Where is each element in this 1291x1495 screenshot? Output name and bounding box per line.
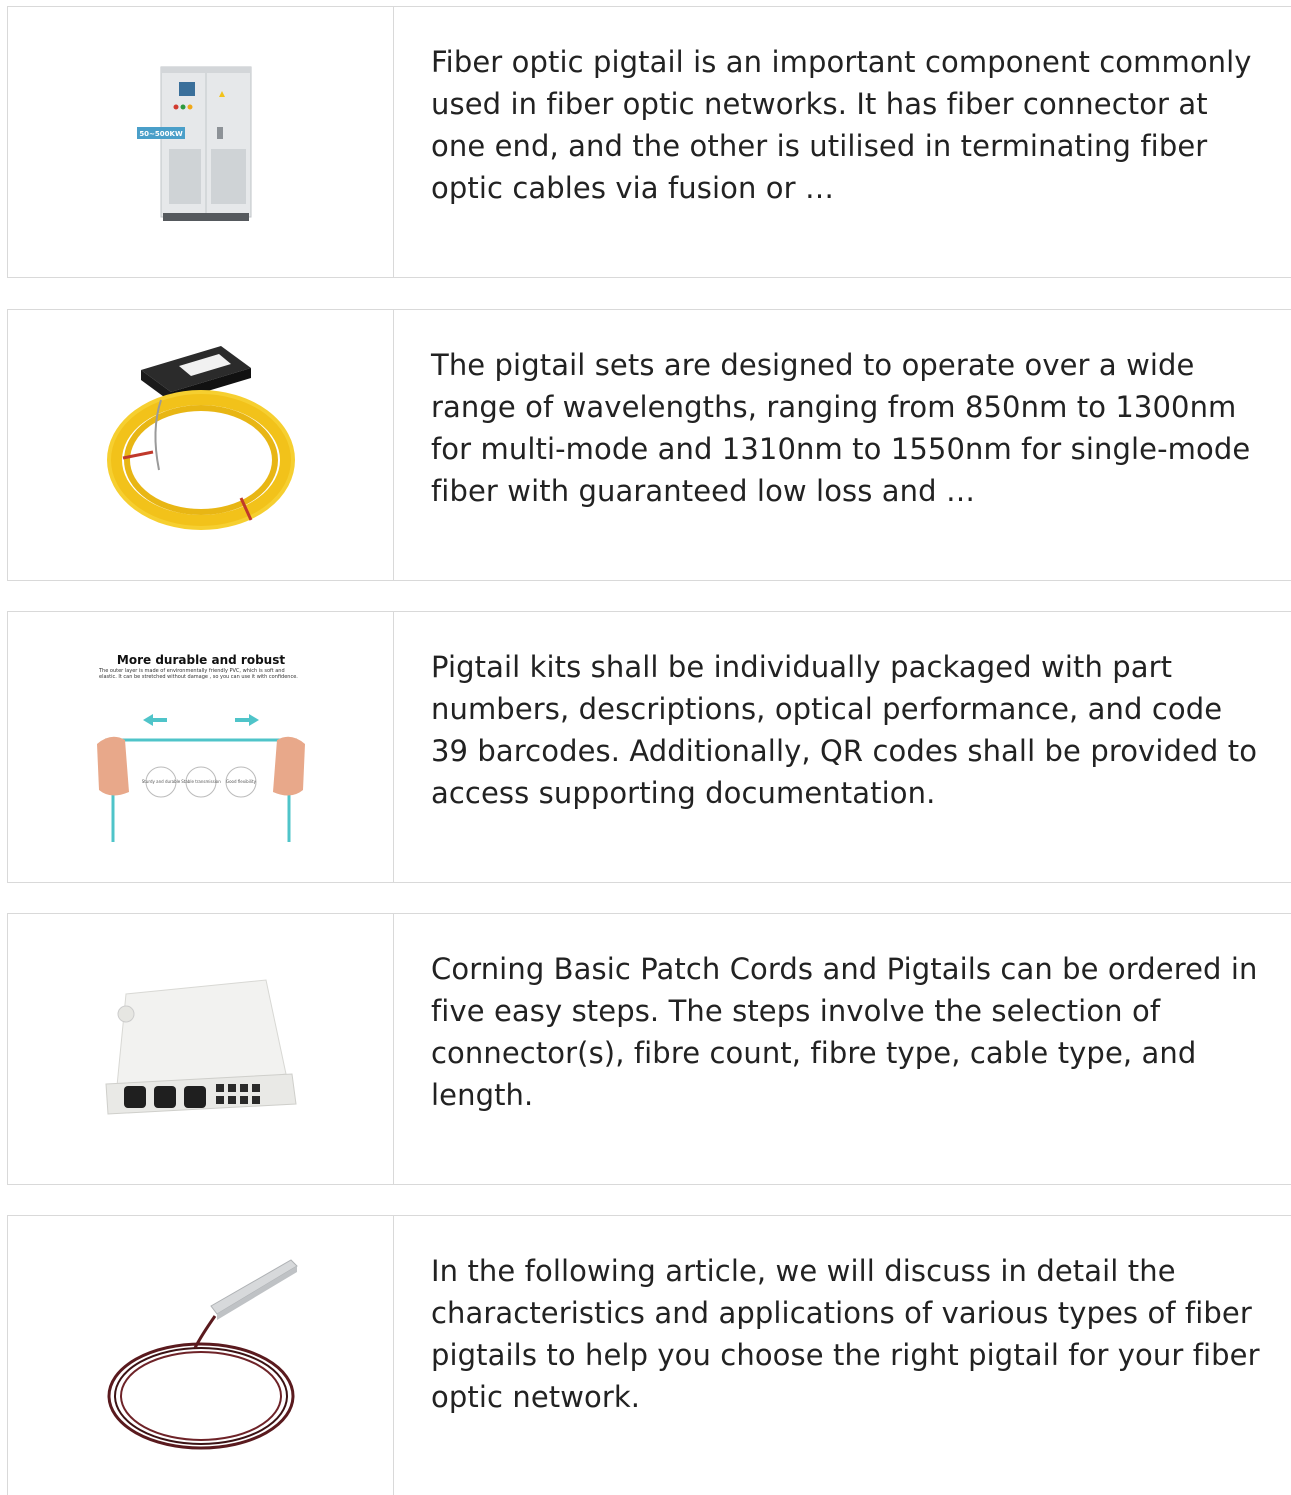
result-description: The pigtail sets are designed to operate… bbox=[431, 348, 1251, 508]
result-description: In the following article, we will discus… bbox=[431, 1254, 1260, 1414]
power-cabinet-image[interactable]: 50~500KW bbox=[8, 7, 394, 277]
feature-label: Sturdy and durable bbox=[141, 779, 180, 784]
power-cabinet-icon: 50~500KW bbox=[136, 66, 251, 221]
image-title: More durable and robust bbox=[116, 653, 284, 667]
result-card[interactable]: In the following article, we will discus… bbox=[7, 1215, 1291, 1495]
image-caption: The outer layer is made of environmental… bbox=[98, 668, 298, 680]
distribution-box-icon bbox=[104, 979, 297, 1115]
result-card[interactable]: Corning Basic Patch Cords and Pigtails c… bbox=[7, 913, 1291, 1185]
result-card[interactable]: More durable and robust The outer layer … bbox=[7, 611, 1291, 883]
fiber-spool-icon bbox=[106, 346, 295, 530]
result-card[interactable]: The pigtail sets are designed to operate… bbox=[7, 309, 1291, 581]
durable-cable-image[interactable]: More durable and robust The outer layer … bbox=[8, 612, 394, 882]
fiber-coil-image[interactable] bbox=[8, 1216, 394, 1495]
result-description: Fiber optic pigtail is an important comp… bbox=[431, 45, 1252, 205]
fiber-spool-splitter-image[interactable] bbox=[8, 310, 394, 580]
power-badge-label: 50~500KW bbox=[139, 130, 183, 138]
result-card[interactable]: 50~500KW Fiber optic pigtail is an impor… bbox=[7, 6, 1291, 278]
feature-label: Stable transmission bbox=[181, 779, 221, 784]
feature-label: Good flexibility bbox=[225, 779, 256, 784]
fiber-coil-icon bbox=[107, 1258, 298, 1449]
distribution-box-image[interactable] bbox=[8, 914, 394, 1184]
result-description: Corning Basic Patch Cords and Pigtails c… bbox=[431, 952, 1258, 1112]
durable-cable-icon: More durable and robust The outer layer … bbox=[96, 653, 305, 842]
result-description: Pigtail kits shall be individually packa… bbox=[431, 650, 1258, 810]
